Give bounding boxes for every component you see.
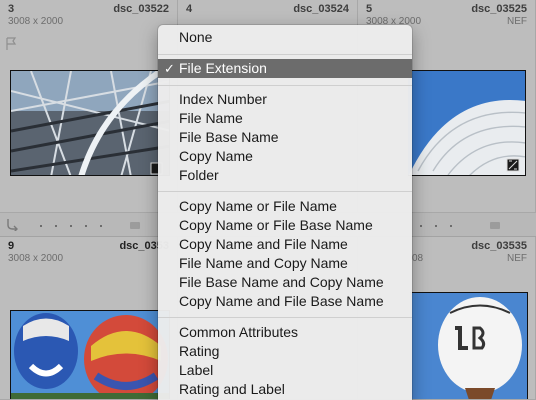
menu-item-common-attributes[interactable]: Common Attributes [158, 323, 412, 342]
flag-toggle[interactable] [130, 222, 140, 229]
menu-item-copy-name-or-file-name[interactable]: Copy Name or File Name [158, 197, 412, 216]
menu-separator [158, 191, 412, 192]
menu-item-copy-name-and-file-base-name[interactable]: Copy Name and File Base Name [158, 292, 412, 311]
thumbnail[interactable] [10, 70, 170, 176]
rating-dot[interactable] [85, 225, 87, 227]
menu-item-copy-name[interactable]: Copy Name [158, 147, 412, 166]
menu-item-index-number[interactable]: Index Number [158, 90, 412, 109]
cell-filename: dsc_03535 [471, 240, 527, 252]
flag-icon[interactable] [5, 37, 17, 56]
menu-item-label[interactable]: Label [158, 361, 412, 380]
grid-cell-9[interactable]: 9 dsc_0353 3008 x 2000 [0, 237, 178, 400]
rating-dot[interactable] [420, 225, 422, 227]
menu-item-copy-name-or-file-base-name[interactable]: Copy Name or File Base Name [158, 216, 412, 235]
rating-dot[interactable] [100, 225, 102, 227]
rotate-icon[interactable] [5, 217, 19, 236]
cell-dimensions: 3008 x 2000 [8, 16, 64, 27]
menu-separator [158, 85, 412, 86]
menu-item-none[interactable]: None [158, 28, 412, 47]
menu-item-file-name-and-copy-name[interactable]: File Name and Copy Name [158, 254, 412, 273]
cell-extension: NEF [507, 253, 527, 264]
thumbnail[interactable] [410, 292, 528, 399]
balloon-lb-photo [410, 293, 527, 399]
cell-dimensions: 08 [412, 253, 424, 264]
cell-index: 4 [186, 3, 193, 15]
checkmark-icon: ✓ [164, 61, 175, 76]
label-options-menu[interactable]: None ✓ File Extension Index Number File … [158, 25, 412, 400]
cell-filename: dsc_03525 [471, 3, 527, 15]
menu-item-file-name[interactable]: File Name [158, 109, 412, 128]
cell-index: 9 [8, 240, 15, 252]
cell-dimensions: 3008 x 2000 [8, 253, 64, 264]
rating-dot[interactable] [55, 225, 57, 227]
rating-dot[interactable] [435, 225, 437, 227]
flag-toggle[interactable] [490, 222, 500, 229]
menu-item-file-base-name-and-copy-name[interactable]: File Base Name and Copy Name [158, 273, 412, 292]
grid-cell-3[interactable]: 3 dsc_03522 3008 x 2000 [0, 0, 178, 213]
cell-index: 5 [366, 3, 373, 15]
menu-item-rating[interactable]: Rating [158, 342, 412, 361]
cell-filename: dsc_03524 [293, 3, 349, 15]
rating-dot[interactable] [450, 225, 452, 227]
rating-dot[interactable] [40, 225, 42, 227]
thumbnail[interactable] [408, 70, 526, 176]
cell-index: 3 [8, 3, 15, 15]
menu-item-file-base-name[interactable]: File Base Name [158, 128, 412, 147]
dome-photo [408, 71, 525, 175]
architecture-photo [11, 71, 169, 175]
cell-filename: dsc_03522 [113, 3, 169, 15]
balloons-photo [11, 311, 169, 399]
rating-dot[interactable] [70, 225, 72, 227]
menu-item-copy-name-and-file-name[interactable]: Copy Name and File Name [158, 235, 412, 254]
menu-item-folder[interactable]: Folder [158, 166, 412, 185]
menu-separator [158, 317, 412, 318]
menu-item-rating-and-label[interactable]: Rating and Label [158, 380, 412, 399]
cell-extension: NEF [507, 16, 527, 27]
menu-separator [158, 54, 412, 55]
cell-header: 3 dsc_03522 3008 x 2000 [0, 0, 177, 30]
thumbnail[interactable] [10, 310, 170, 399]
menu-item-file-extension[interactable]: ✓ File Extension [158, 59, 412, 78]
cell-header: 9 dsc_0353 3008 x 2000 [0, 237, 177, 267]
